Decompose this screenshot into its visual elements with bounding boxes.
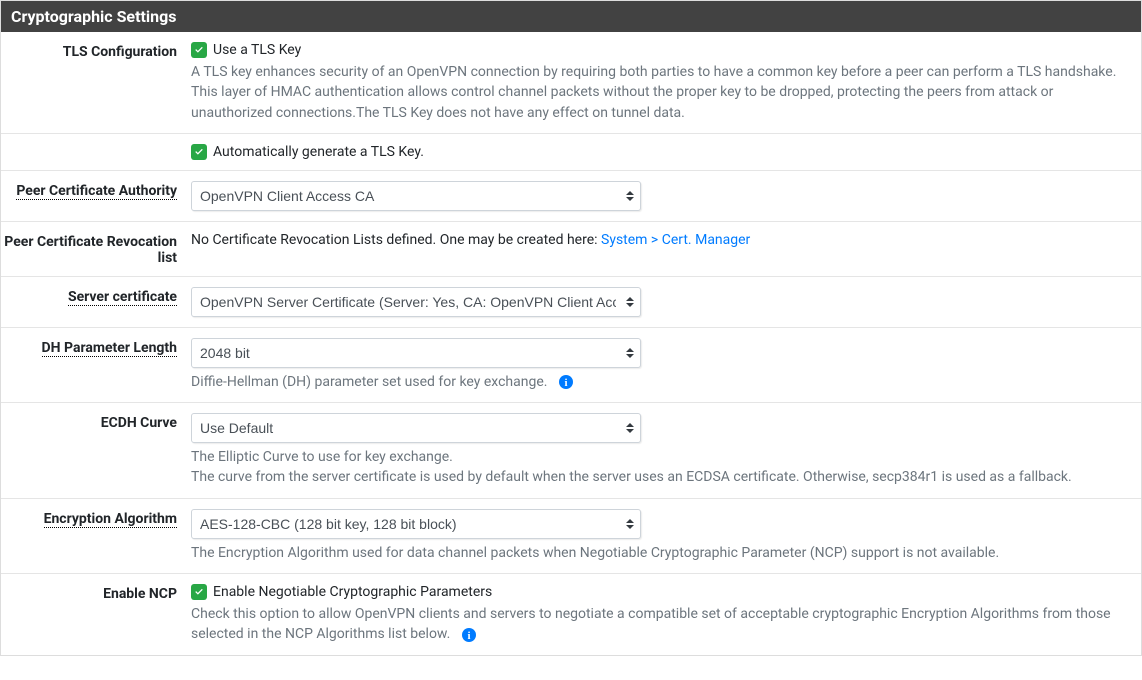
check-icon — [193, 44, 205, 56]
svg-text:i: i — [467, 630, 470, 642]
label-ncp: Enable NCP — [1, 584, 191, 645]
row-peer-crl: Peer Certificate Revocation list No Cert… — [1, 222, 1141, 277]
panel-title: Cryptographic Settings — [1, 1, 1141, 32]
row-enc-alg: Encryption Algorithm AES-128-CBC (128 bi… — [1, 499, 1141, 574]
select-peer-ca[interactable]: OpenVPN Client Access CA — [191, 181, 641, 211]
info-icon[interactable]: i — [557, 373, 575, 391]
label-enc-alg: Encryption Algorithm — [1, 509, 191, 563]
checkbox-use-tls-key[interactable] — [191, 42, 207, 58]
select-ecdh[interactable]: Use Default — [191, 413, 641, 443]
label-dh: DH Parameter Length — [1, 338, 191, 392]
row-ecdh: ECDH Curve Use Default The Elliptic Curv… — [1, 403, 1141, 499]
help-tls-config: A TLS key enhances security of an OpenVP… — [191, 62, 1131, 123]
row-server-cert: Server certificate OpenVPN Server Certif… — [1, 277, 1141, 328]
label-server-cert: Server certificate — [1, 287, 191, 317]
row-dh: DH Parameter Length 2048 bit Diffie-Hell… — [1, 328, 1141, 403]
check-icon — [193, 146, 205, 158]
row-peer-ca: Peer Certificate Authority OpenVPN Clien… — [1, 171, 1141, 222]
help-ecdh: The Elliptic Curve to use for key exchan… — [191, 447, 1131, 488]
checkbox-label-enable-ncp: Enable Negotiable Cryptographic Paramete… — [213, 584, 492, 600]
text-peer-crl: No Certificate Revocation Lists defined.… — [191, 232, 601, 248]
row-tls-config: TLS Configuration Use a TLS Key A TLS ke… — [1, 32, 1141, 134]
label-tls-autogen — [1, 144, 191, 160]
label-tls-config: TLS Configuration — [1, 42, 191, 123]
help-enc-alg: The Encryption Algorithm used for data c… — [191, 543, 1131, 563]
cryptographic-settings-panel: Cryptographic Settings TLS Configuration… — [0, 0, 1142, 656]
row-tls-autogen: Automatically generate a TLS Key. — [1, 134, 1141, 171]
check-icon — [193, 586, 205, 598]
select-dh[interactable]: 2048 bit — [191, 338, 641, 368]
checkbox-enable-ncp[interactable] — [191, 584, 207, 600]
info-icon[interactable]: i — [460, 626, 478, 644]
checkbox-label-use-tls-key: Use a TLS Key — [213, 42, 301, 58]
label-ecdh: ECDH Curve — [1, 413, 191, 488]
select-server-cert[interactable]: OpenVPN Server Certificate (Server: Yes,… — [191, 287, 641, 317]
row-ncp: Enable NCP Enable Negotiable Cryptograph… — [1, 574, 1141, 655]
help-ncp: Check this option to allow OpenVPN clien… — [191, 604, 1131, 645]
link-cert-manager[interactable]: System > Cert. Manager — [601, 232, 750, 248]
label-peer-crl: Peer Certificate Revocation list — [1, 232, 191, 266]
help-dh: Diffie-Hellman (DH) parameter set used f… — [191, 372, 1131, 392]
checkbox-label-autogen-tls-key: Automatically generate a TLS Key. — [213, 144, 424, 160]
checkbox-autogen-tls-key[interactable] — [191, 144, 207, 160]
label-peer-ca: Peer Certificate Authority — [1, 181, 191, 211]
select-enc-alg[interactable]: AES-128-CBC (128 bit key, 128 bit block) — [191, 509, 641, 539]
svg-text:i: i — [564, 377, 567, 389]
